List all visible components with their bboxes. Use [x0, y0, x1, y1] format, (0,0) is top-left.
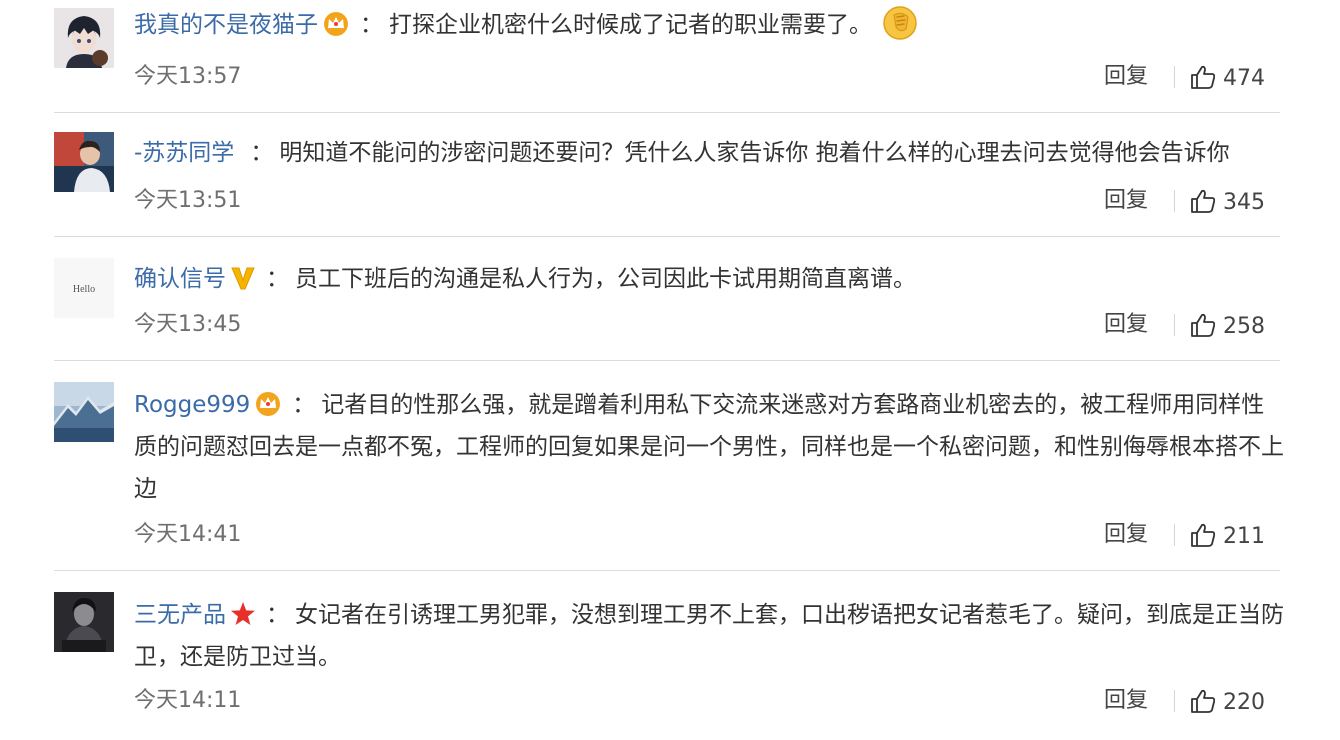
avatar[interactable]	[54, 132, 114, 192]
like-count: 220	[1223, 690, 1265, 715]
avatar[interactable]	[54, 8, 114, 68]
comment-text: 我真的不是夜猫子 ：打探企业机密什么时候成了记者的职业需要了。	[134, 4, 1284, 55]
comment-body: 女记者在引诱理工男犯罪，没想到理工男不上套，口出秽语把女记者惹毛了。疑问，到底是…	[134, 602, 1284, 670]
comment-meta: 今天13:51 回复 345	[134, 184, 1284, 218]
like-count: 345	[1223, 190, 1265, 215]
crown-icon	[322, 11, 350, 37]
star-icon	[230, 601, 256, 627]
comment-text: 确认信号 ：员工下班后的沟通是私人行为，公司因此卡试用期简直离谱。	[134, 258, 1284, 300]
meta-divider	[1174, 314, 1175, 336]
comment-time: 今天13:51	[134, 188, 242, 213]
reply-button[interactable]: 回复	[1104, 184, 1148, 218]
thumbs-up-icon	[1190, 688, 1216, 718]
separator: ：	[292, 392, 316, 418]
comment-list: 我真的不是夜猫子：打探企业机密什么时候成了记者的职业需要了。 今天13:57 回…	[0, 0, 1340, 740]
facepalm-emoji-icon	[882, 5, 918, 55]
username-link[interactable]: 确认信号	[134, 266, 226, 292]
avatar[interactable]	[54, 382, 114, 442]
comment-meta: 今天14:11 回复 220	[134, 684, 1284, 718]
crown-icon	[254, 391, 282, 417]
separator: ：	[250, 140, 274, 166]
comment-meta: 今天13:57 回复 474	[134, 60, 1284, 94]
comment-time: 今天13:57	[134, 64, 242, 89]
comment-body: 明知道不能问的涉密问题还要问？凭什么人家告诉你 抱着什么样的心理去问去觉得他会告…	[279, 140, 1230, 166]
username-link[interactable]: Rogge999	[134, 392, 250, 418]
comment-meta: 今天14:41 回复 211	[134, 518, 1284, 552]
thumbs-up-icon	[1190, 188, 1216, 218]
username-link[interactable]: -苏苏同学	[134, 140, 234, 166]
comment-divider	[54, 570, 1280, 571]
separator: ：	[266, 266, 289, 292]
meta-divider	[1174, 690, 1175, 712]
avatar[interactable]: Hello	[54, 258, 114, 318]
comment-text: 三无产品 ：女记者在引诱理工男犯罪，没想到理工男不上套，口出秽语把女记者惹毛了。疑…	[134, 594, 1284, 678]
reply-button[interactable]: 回复	[1104, 308, 1148, 342]
comment-divider	[54, 236, 1280, 237]
comment-time: 今天14:11	[134, 688, 242, 713]
like-count: 474	[1223, 66, 1265, 91]
reply-button[interactable]: 回复	[1104, 60, 1148, 94]
avatar[interactable]	[54, 592, 114, 652]
thumbs-up-icon	[1190, 64, 1216, 94]
comment-time: 今天14:41	[134, 522, 242, 547]
comment-body: 打探企业机密什么时候成了记者的职业需要了。	[389, 12, 872, 38]
comment-divider	[54, 112, 1280, 113]
separator: ：	[266, 602, 289, 628]
thumbs-up-icon	[1190, 522, 1216, 552]
reply-button[interactable]: 回复	[1104, 518, 1148, 552]
like-count: 211	[1223, 524, 1265, 549]
comment-divider	[54, 360, 1280, 361]
thumbs-up-icon	[1190, 312, 1216, 342]
comment-meta: 今天13:45 回复 258	[134, 308, 1284, 342]
meta-divider	[1174, 524, 1175, 546]
svg-text:Hello: Hello	[73, 284, 95, 295]
comment-body: 员工下班后的沟通是私人行为，公司因此卡试用期简直离谱。	[295, 266, 916, 292]
comment-text: Rogge999：记者目的性那么强，就是蹭着利用私下交流来迷惑对方套路商业机密去…	[134, 384, 1284, 510]
comment-time: 今天13:45	[134, 312, 242, 337]
like-count: 258	[1223, 314, 1265, 339]
username-link[interactable]: 我真的不是夜猫子	[134, 12, 318, 38]
meta-divider	[1174, 190, 1175, 212]
separator: ：	[360, 12, 383, 38]
reply-button[interactable]: 回复	[1104, 684, 1148, 718]
comment-text: -苏苏同学 ：明知道不能问的涉密问题还要问？凭什么人家告诉你 抱着什么样的心理去问…	[134, 132, 1284, 174]
verified-v-icon	[230, 265, 256, 291]
username-link[interactable]: 三无产品	[134, 602, 226, 628]
meta-divider	[1174, 66, 1175, 88]
